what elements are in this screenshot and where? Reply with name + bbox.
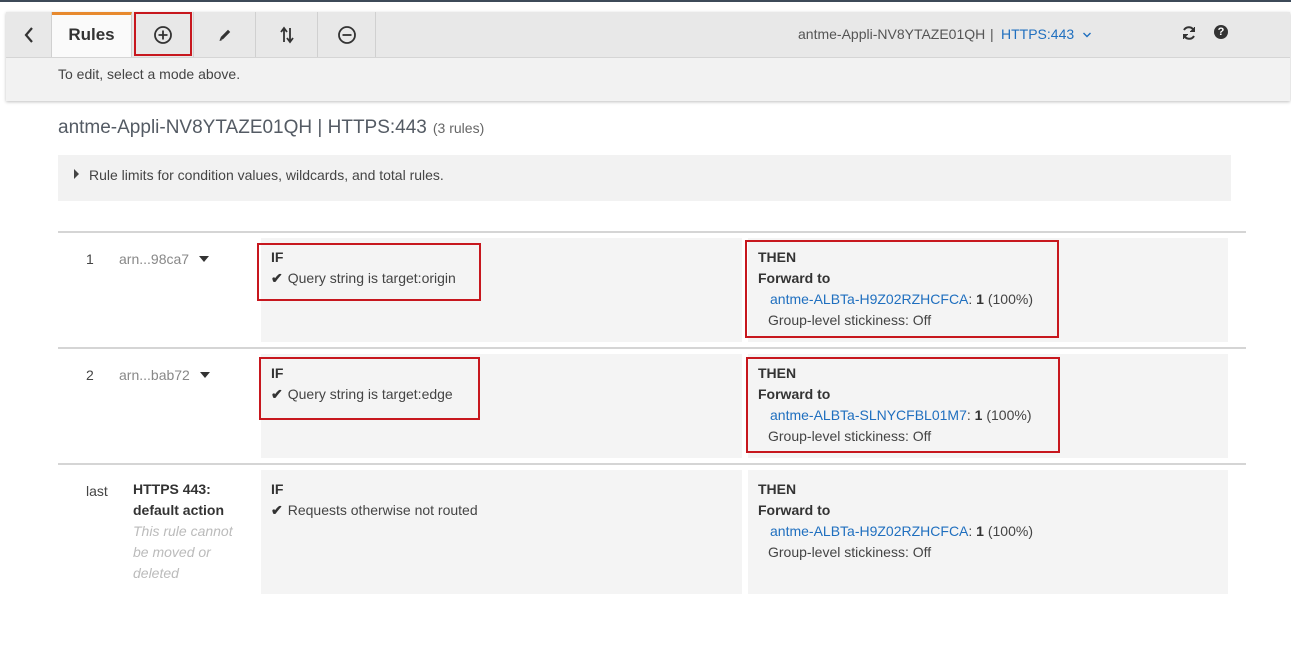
rule-number: last xyxy=(86,483,108,499)
weight-separator: : xyxy=(966,407,971,423)
rule-divider xyxy=(58,463,1246,465)
pencil-icon xyxy=(219,29,230,41)
action-label: Forward to xyxy=(758,270,831,286)
default-note-line: This rule cannot xyxy=(133,523,233,539)
reorder-rules-button[interactable] xyxy=(256,12,318,57)
page-title: antme-Appli-NV8YTAZE01QH | HTTPS:443 (3 r… xyxy=(58,117,484,139)
if-block: IF ✔ Requests otherwise not routed xyxy=(271,479,478,521)
then-block: THEN Forward to antme-ALBTa-H9Z02RZHCFCA… xyxy=(758,247,1033,331)
if-label: IF xyxy=(271,249,284,265)
rule-arn-dropdown[interactable]: arn...bab72 xyxy=(119,367,210,383)
caret-right-icon xyxy=(74,169,79,179)
add-rule-button[interactable] xyxy=(133,12,194,57)
default-title-line: HTTPS 443: xyxy=(133,481,211,497)
if-block: IF ✔ Query string is target:edge xyxy=(271,363,453,405)
rule-number: 1 xyxy=(86,251,94,267)
then-block: THEN Forward to antme-ALBTa-SLNYCFBL01M7… xyxy=(758,363,1031,447)
weight-percent: (100%) xyxy=(987,291,1033,307)
if-block: IF ✔ Query string is target:origin xyxy=(271,247,456,289)
weight: 1 xyxy=(976,523,984,539)
weight: 1 xyxy=(976,291,984,307)
refresh-icon[interactable] xyxy=(1180,24,1198,42)
if-label: IF xyxy=(271,481,284,497)
plus-circle-icon xyxy=(154,25,172,44)
tab-rules-label: Rules xyxy=(68,24,115,44)
stickiness: Group-level stickiness: Off xyxy=(768,544,932,560)
default-note-line: deleted xyxy=(133,565,179,581)
target-group-line: antme-ALBTa-H9Z02RZHCFCA: 1 (100%) xyxy=(758,289,1033,310)
then-label: THEN xyxy=(758,365,797,381)
condition-value: target:origin xyxy=(381,270,456,286)
rule-limits-label: Rule limits for condition values, wildca… xyxy=(89,167,444,183)
rule-arn-dropdown[interactable]: arn...98ca7 xyxy=(119,251,210,267)
chevron-down-icon xyxy=(1083,32,1092,38)
condition-prefix: Query string is xyxy=(287,386,378,402)
rule-count: (3 rules) xyxy=(432,120,485,136)
check-icon: ✔ xyxy=(271,270,283,286)
weight-percent: (100%) xyxy=(987,523,1033,539)
caret-down-icon xyxy=(199,372,210,378)
target-group-link[interactable]: antme-ALBTa-H9Z02RZHCFCA xyxy=(770,291,968,307)
condition: ✔ Query string is target:edge xyxy=(271,384,453,405)
edit-rules-button[interactable] xyxy=(194,12,256,57)
default-title-line: default action xyxy=(133,502,225,518)
rules-editor-header: Rules antme-Appli-NV8YTAZE01QH | HTTPS:4… xyxy=(6,12,1290,101)
listener-label: HTTPS:443 xyxy=(1001,26,1075,42)
tab-rules[interactable]: Rules xyxy=(52,12,132,57)
target-group-link[interactable]: antme-ALBTa-H9Z02RZHCFCA xyxy=(770,523,968,539)
then-block: THEN Forward to antme-ALBTa-H9Z02RZHCFCA… xyxy=(758,479,1033,563)
condition-value: target:edge xyxy=(381,386,453,402)
condition: ✔ Query string is target:origin xyxy=(271,268,456,289)
question-icon[interactable]: ? xyxy=(1214,25,1228,39)
listener-selector[interactable]: HTTPS:443 xyxy=(1001,26,1092,42)
condition-text: Requests otherwise not routed xyxy=(287,502,478,518)
rule-arn: arn...bab72 xyxy=(119,367,190,383)
weight: 1 xyxy=(974,407,983,423)
weight-percent: (100%) xyxy=(986,407,1032,423)
check-icon: ✔ xyxy=(271,386,283,402)
stickiness: Group-level stickiness: Off xyxy=(768,428,932,444)
condition: ✔ Requests otherwise not routed xyxy=(271,500,478,521)
stickiness: Group-level stickiness: Off xyxy=(768,312,932,328)
target-group-link[interactable]: antme-ALBTa-SLNYCFBL01M7 xyxy=(770,407,967,423)
chevron-left-icon xyxy=(24,26,33,43)
default-note-line: be moved or xyxy=(133,544,211,560)
default-rule-title: HTTPS 443: default action xyxy=(133,479,224,521)
load-balancer-name: antme-Appli-NV8YTAZE01QH xyxy=(798,26,986,42)
minus-circle-icon xyxy=(337,25,356,44)
weight-separator: : xyxy=(968,291,973,307)
if-label: IF xyxy=(271,365,284,381)
rule-divider xyxy=(58,347,1246,349)
caret-down-icon xyxy=(199,256,210,262)
reorder-arrows-icon xyxy=(279,26,294,43)
default-rule-note: This rule cannot be moved or deleted xyxy=(133,521,243,584)
then-label: THEN xyxy=(758,481,797,497)
target-group-line: antme-ALBTa-H9Z02RZHCFCA: 1 (100%) xyxy=(758,521,1033,542)
rule-divider xyxy=(58,231,1246,233)
action-label: Forward to xyxy=(758,502,831,518)
listener-title: antme-Appli-NV8YTAZE01QH | HTTPS:443 xyxy=(58,117,427,138)
rule-limits-expander[interactable]: Rule limits for condition values, wildca… xyxy=(58,155,1231,201)
action-label: Forward to xyxy=(758,386,831,402)
rule-number: 2 xyxy=(86,367,94,383)
target-group-line: antme-ALBTa-SLNYCFBL01M7: 1 (100%) xyxy=(758,405,1031,426)
condition-prefix: Query string is xyxy=(287,270,378,286)
delete-rules-button[interactable] xyxy=(318,12,376,57)
check-icon: ✔ xyxy=(271,502,283,518)
back-button[interactable] xyxy=(6,12,52,57)
rule-arn: arn...98ca7 xyxy=(119,251,190,267)
weight-separator: : xyxy=(968,523,973,539)
top-border xyxy=(0,0,1291,2)
listener-separator: | xyxy=(990,26,994,42)
then-label: THEN xyxy=(758,249,797,265)
toolbar: Rules antme-Appli-NV8YTAZE01QH | HTTPS:4… xyxy=(6,12,1290,58)
edit-mode-hint: To edit, select a mode above. xyxy=(58,66,241,82)
